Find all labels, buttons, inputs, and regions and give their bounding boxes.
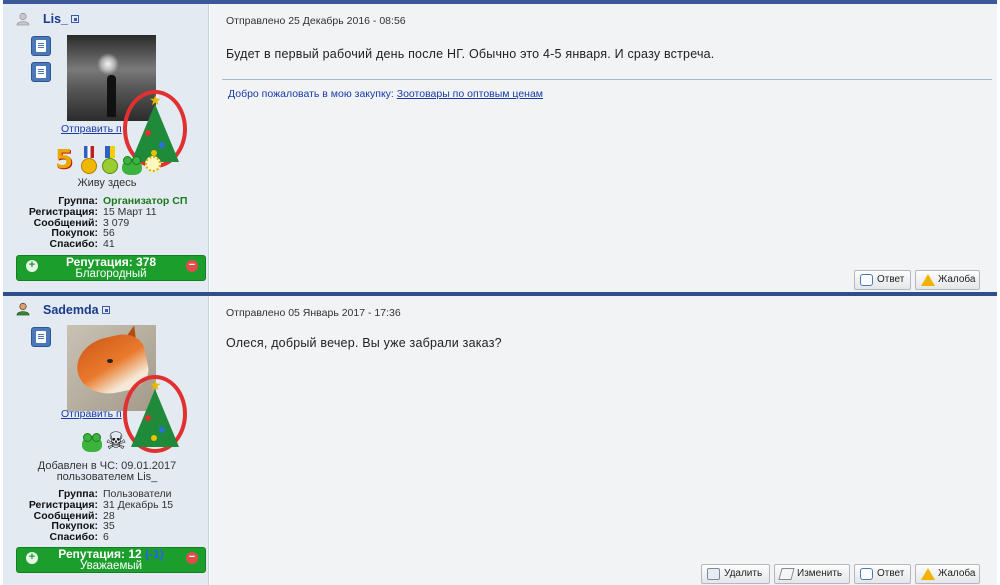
post-date[interactable]: Отправлено 25 Декабрь 2016 - 08:56 (226, 15, 406, 27)
stat-label: Спасибо: (49, 238, 98, 251)
username-text[interactable]: Sademda (43, 303, 99, 317)
signature-text: Добро пожаловать в мою закупку: (228, 88, 397, 100)
username-text[interactable]: Lis_ (43, 12, 68, 26)
user-profile-icon[interactable] (31, 327, 51, 347)
edit-label: Изменить (797, 568, 843, 579)
signature: Добро пожаловать в мою закупку: Зоотовар… (228, 88, 543, 100)
frog-badge-icon (122, 156, 142, 175)
reputation-title: Благородный (75, 268, 147, 280)
frog-badge-icon (82, 433, 102, 452)
delete-label: Удалить (724, 568, 763, 579)
reputation-box: + Репутация: 378 Благородный − (16, 255, 206, 281)
user-status-text: Живу здесь (77, 177, 137, 189)
author-sidebar: Lis_ Отправить п ★ 5 Живу здесь Группа: … (3, 4, 209, 292)
reply-icon (860, 568, 873, 580)
blacklist-status-by: пользователем Lis_ (56, 471, 158, 483)
send-message-link[interactable]: Отправить п (61, 123, 122, 135)
reply-label: Ответ (877, 274, 905, 285)
stat-thanks: Спасибо: 6 (7, 532, 207, 543)
report-button[interactable]: Жалоба (915, 270, 980, 290)
signature-divider (222, 79, 992, 80)
stat-label: Регистрация: (28, 205, 98, 218)
post-body: Отправлено 05 Январь 2017 - 17:36 Олеся,… (210, 296, 997, 585)
medal-two-icon (101, 146, 119, 176)
username[interactable]: Lis_ (43, 12, 80, 26)
post-date[interactable]: Отправлено 05 Январь 2017 - 17:36 (226, 307, 401, 319)
edit-button[interactable]: Изменить (774, 564, 850, 584)
signature-link[interactable]: Зоотовары по оптовым ценам (397, 88, 543, 100)
report-label: Жалоба (938, 274, 976, 285)
user-offline-icon (16, 12, 30, 26)
skull-crossbones-icon: ☠ (105, 427, 127, 455)
reputation-plus-icon[interactable]: + (26, 552, 38, 564)
reply-label: Ответ (877, 568, 905, 579)
stat-label: Регистрация: (28, 498, 98, 511)
edit-icon (778, 568, 795, 580)
post-lis: Lis_ Отправить п ★ 5 Живу здесь Группа: … (0, 0, 1000, 292)
stat-value: 15 Март 11 (103, 205, 157, 218)
popup-profile-icon[interactable] (71, 15, 80, 23)
username[interactable]: Sademda (43, 303, 110, 317)
post-text: Олеся, добрый вечер. Вы уже забрали зака… (226, 336, 502, 350)
stat-thanks: Спасибо: 41 (7, 239, 207, 250)
delete-button[interactable]: Удалить (701, 564, 770, 584)
send-message-link[interactable]: Отправить п (61, 408, 122, 420)
popup-profile-icon[interactable] (101, 306, 110, 314)
reputation-box: + Репутация: 12 (-1) Уважаемый − (16, 547, 206, 573)
reply-icon (860, 274, 873, 286)
gold-medal-icon (80, 146, 98, 176)
stat-label: Спасибо: (49, 531, 98, 544)
user-stats: Группа: Организатор СП Регистрация: 15 Мар… (7, 196, 207, 250)
reply-button[interactable]: Ответ (854, 564, 911, 584)
post-body: Отправлено 25 Декабрь 2016 - 08:56 Будет… (210, 4, 997, 292)
post-sademda: Sademda Отправить п ★ ☠ Добавлен в ЧС: 0… (0, 292, 1000, 585)
reputation-plus-icon[interactable]: + (26, 260, 38, 272)
author-sidebar: Sademda Отправить п ★ ☠ Добавлен в ЧС: 0… (3, 296, 209, 585)
post-text: Будет в первый рабочий день после НГ. Об… (226, 47, 715, 61)
reply-button[interactable]: Ответ (854, 270, 911, 290)
rating-five-icon: 5 (55, 145, 74, 175)
stat-value: 31 Декабрь 15 (103, 498, 174, 511)
stat-registration: Регистрация: 15 Март 11 (7, 205, 207, 218)
reputation-delta: (-1) (145, 547, 164, 561)
reputation-value: Репутация: 12 (58, 547, 142, 561)
user-stats: Группа: Пользователи Регистрация: 31 Декаб… (7, 489, 207, 543)
reputation-minus-icon[interactable]: − (186, 260, 198, 272)
report-button[interactable]: Жалоба (915, 564, 980, 584)
warning-icon (921, 274, 935, 286)
delete-icon (707, 568, 720, 580)
stat-registration: Регистрация: 31 Декабрь 15 (7, 498, 207, 511)
private-message-icon[interactable] (31, 36, 51, 56)
stat-value: 41 (103, 238, 115, 251)
new-year-tree-icon: ★ (119, 375, 191, 463)
reputation-title: Уважаемый (79, 560, 143, 572)
stat-value: 6 (103, 531, 109, 544)
user-online-icon (16, 302, 30, 316)
warning-icon (921, 568, 935, 580)
report-label: Жалоба (938, 568, 976, 579)
user-profile-icon[interactable] (31, 62, 51, 82)
reputation-minus-icon[interactable]: − (186, 552, 198, 564)
